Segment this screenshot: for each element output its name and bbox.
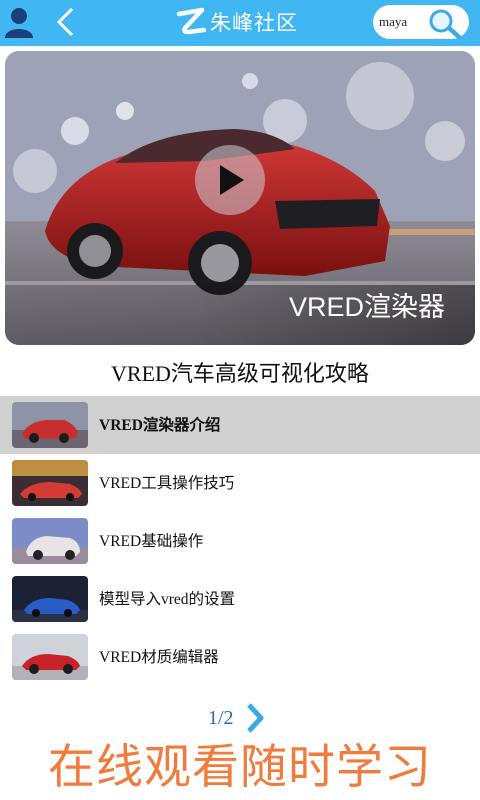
chevron-right-icon[interactable]: [244, 702, 266, 734]
lesson-thumbnail: [12, 576, 88, 622]
lesson-thumbnail: [12, 518, 88, 564]
hero-caption: VRED渲染器: [288, 292, 445, 322]
lesson-thumbnail: [12, 634, 88, 680]
play-icon: [220, 165, 244, 195]
lesson-label: VRED材质编辑器: [99, 649, 219, 666]
lesson-label: VRED基础操作: [99, 533, 204, 550]
brand-name: 朱峰社区: [210, 11, 298, 35]
top-bar: 朱峰社区: [0, 0, 480, 46]
brand-logo-icon: [176, 7, 206, 35]
brand: 朱峰社区: [176, 4, 298, 40]
lesson-thumbnail: [12, 402, 88, 448]
lesson-item[interactable]: VRED材质编辑器: [0, 628, 480, 686]
lesson-label: VRED渲染器介绍: [99, 417, 221, 434]
lesson-item[interactable]: 模型导入vred的设置: [0, 570, 480, 628]
back-icon[interactable]: [54, 6, 78, 38]
pager: 1/2: [208, 702, 266, 734]
page-indicator: 1/2: [208, 706, 234, 729]
user-icon[interactable]: [4, 6, 34, 38]
search-icon[interactable]: [425, 6, 465, 40]
lesson-label: VRED工具操作技巧: [99, 475, 235, 492]
lesson-list: VRED渲染器介绍 VRED工具操作技巧 VRED基础操作 模型导入vred的设…: [0, 396, 480, 686]
hero-video[interactable]: VRED渲染器: [5, 51, 475, 345]
course-title: VRED汽车高级可视化攻略: [111, 361, 369, 386]
search-input[interactable]: [379, 12, 429, 32]
lesson-item[interactable]: VRED基础操作: [0, 512, 480, 570]
play-button[interactable]: [195, 145, 265, 215]
lesson-item[interactable]: VRED渲染器介绍: [0, 396, 480, 454]
lesson-thumbnail: [12, 460, 88, 506]
lesson-item[interactable]: VRED工具操作技巧: [0, 454, 480, 512]
search-box[interactable]: [373, 5, 469, 40]
promo-slogan: 在线观看随时学习: [48, 740, 432, 795]
lesson-label: 模型导入vred的设置: [99, 591, 236, 608]
